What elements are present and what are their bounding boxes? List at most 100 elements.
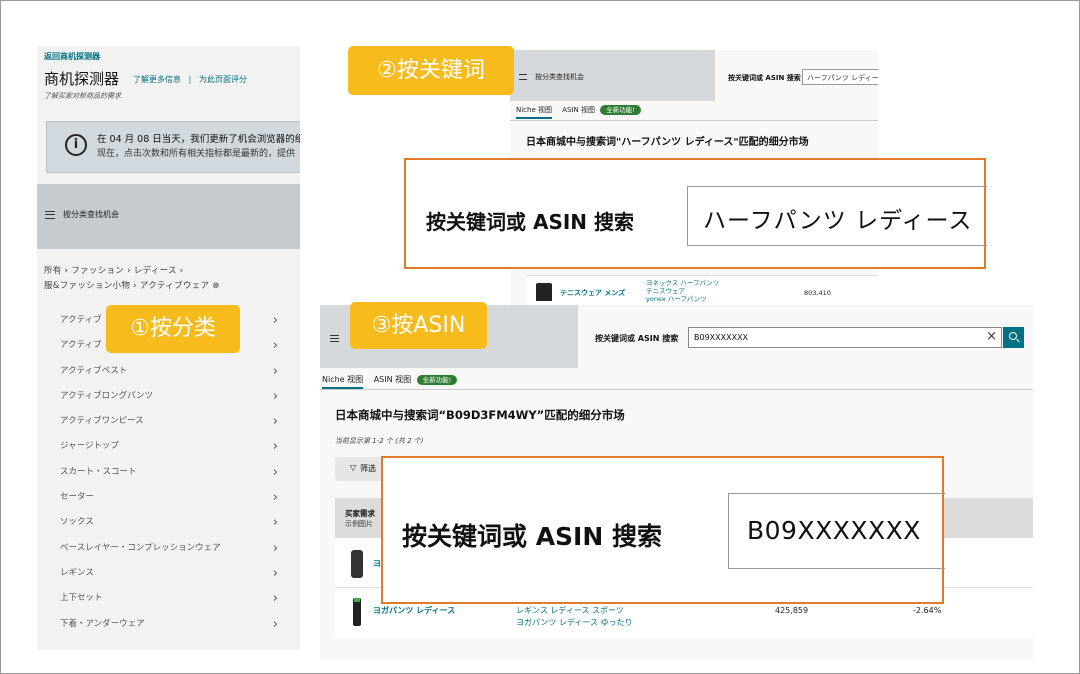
niche-name-link[interactable]: ヨガパンツ レディース <box>373 605 455 616</box>
column-header-image: 示例图片 <box>345 520 373 528</box>
chevron-right-icon: › <box>272 388 278 404</box>
asin-search-callout: 按关键词或 ASIN 搜索 B09XXXXXXX <box>381 456 945 604</box>
learn-more-link[interactable]: 了解更多信息 <box>133 75 181 84</box>
divider <box>510 120 878 121</box>
search-input[interactable]: ハーフパンツ レディース <box>802 69 878 85</box>
chevron-right-icon: › <box>272 616 278 632</box>
top-search-terms: ヨネックス ハーフパンツ テニスウェア yonex ハーフパンツ <box>646 279 719 303</box>
search-term[interactable]: レギンス レディース スポーツ <box>516 605 633 617</box>
chevron-right-icon: › <box>272 490 278 506</box>
search-term[interactable]: ヨガパンツ レディース ゆったり <box>516 617 633 629</box>
search-term[interactable]: ヨネックス ハーフパンツ <box>646 279 719 287</box>
notice-line-2: 现在，点击次数和所有相关指标都是最新的，提供 <box>97 149 296 159</box>
chevron-right-icon: › <box>272 540 278 556</box>
notice-line-1: 在 04 月 08 日当天，我们更新了机会浏览器的细分 <box>97 134 300 145</box>
growth-percent: -2.64% <box>913 606 942 615</box>
search-button[interactable] <box>1003 327 1024 348</box>
result-count: 当前显示第 1-2 个 (共 2 个) <box>335 437 424 445</box>
niche-name-link[interactable]: テニスウェア メンズ <box>560 288 625 298</box>
clear-icon[interactable]: × <box>986 329 997 344</box>
column-header-demand[interactable]: 买家需求 <box>345 508 375 519</box>
category-item[interactable]: 上下セット › <box>37 586 300 611</box>
find-by-category-label: 按分类查找机会 <box>535 73 584 81</box>
breadcrumb-line-2[interactable]: 服&ファッション小物 › アクティブウェア ⊗ <box>44 279 220 294</box>
step-badge-by-category: ①按分类 <box>106 305 240 353</box>
chevron-right-icon: › <box>272 565 278 581</box>
search-term[interactable]: yonex ハーフパンツ <box>646 295 719 303</box>
category-label: スカート・スコート <box>60 466 137 477</box>
chevron-right-icon: › <box>272 363 278 379</box>
menu-icon <box>330 335 339 342</box>
table-row[interactable]: テニスウェア メンズ ヨネックス ハーフパンツ テニスウェア yonex ハーフ… <box>526 275 878 308</box>
rate-page-link[interactable]: 为此页面评分 <box>199 75 247 84</box>
callout-search-label: 按关键词或 ASIN 搜索 <box>426 210 634 234</box>
category-label: アクティブワンピース <box>60 416 144 427</box>
product-thumbnail <box>351 550 363 578</box>
back-link[interactable]: 返回商机探测器 <box>44 51 100 62</box>
new-feature-badge: 全新功能! <box>416 375 458 385</box>
niche-name-link[interactable]: ヨ <box>373 558 381 569</box>
search-input[interactable]: B09XXXXXXX × <box>688 327 1002 348</box>
search-label: 按关键词或 ASIN 搜索 <box>595 334 679 343</box>
find-by-category-label: 按分类查找机会 <box>63 210 119 219</box>
menu-icon <box>519 74 527 80</box>
breadcrumb[interactable]: 所有 › ファッション › レディース › 服&ファッション小物 › アクティブ… <box>44 264 220 294</box>
category-item[interactable]: アクティブワンピース › <box>37 409 300 434</box>
search-input-value: B09XXXXXXX <box>694 333 749 342</box>
category-item[interactable]: レギンス › <box>37 561 300 586</box>
category-item[interactable]: 下着・アンダーウェア › <box>37 612 300 637</box>
results-heading: 日本商城中与搜索词"ハーフパンツ レディース"匹配的细分市场 <box>526 137 809 148</box>
page-subtitle: 了解买家对新商品的需求 <box>44 92 121 100</box>
callout-search-label: 按关键词或 ASIN 搜索 <box>402 522 662 551</box>
divider <box>320 389 1033 390</box>
category-item[interactable]: アクティブロングパンツ › <box>37 384 300 409</box>
product-thumbnail <box>536 283 552 301</box>
tab-niche-view[interactable]: Niche 视图 <box>516 105 552 119</box>
chevron-right-icon: › <box>272 515 278 531</box>
category-label: ジャージトップ <box>60 441 119 452</box>
category-item[interactable]: アクティブベスト › <box>37 359 300 384</box>
callout-search-input[interactable]: B09XXXXXXX <box>728 493 945 569</box>
view-tabs: Niche 视图 ASIN 视图 全新功能! <box>516 105 641 119</box>
category-item[interactable]: セーター › <box>37 485 300 510</box>
filter-label: 筛选 <box>360 464 376 473</box>
find-by-category-bar[interactable]: 按分类查找机会 <box>37 184 300 249</box>
top-search-terms: レギンス レディース スポーツ ヨガパンツ レディース ゆったり <box>516 605 633 629</box>
view-tabs: Niche 视图 ASIN 视图 全新功能! <box>322 374 458 389</box>
category-item[interactable]: ソックス › <box>37 510 300 535</box>
category-label: アクティブベスト <box>60 365 128 376</box>
search-volume: 803,410 <box>804 289 831 297</box>
search-volume: 425,859 <box>775 606 809 615</box>
breadcrumb-line-1[interactable]: 所有 › ファッション › レディース › <box>44 264 220 279</box>
tab-niche-view[interactable]: Niche 视图 <box>322 374 364 389</box>
product-thumbnail <box>353 598 361 626</box>
category-list: アクティブ › アクティブ › アクティブベスト › アクティブロングパンツ › アクテ… <box>37 308 300 637</box>
category-item[interactable]: スカート・スコート › <box>37 460 300 485</box>
category-item[interactable]: ベースレイヤー・コンプレッションウェア › <box>37 536 300 561</box>
find-by-category-bar[interactable]: 按分类查找机会 <box>510 50 715 101</box>
chevron-right-icon: › <box>272 591 278 607</box>
category-label: ベースレイヤー・コンプレッションウェア <box>60 542 221 553</box>
header-links: 了解更多信息 | 为此页面评分 <box>133 74 247 85</box>
info-icon: i <box>65 134 87 156</box>
category-item[interactable]: ジャージトップ › <box>37 434 300 459</box>
update-notice: i 在 04 月 08 日当天，我们更新了机会浏览器的细分 现在，点击次数和所有… <box>46 121 300 173</box>
page-title: 商机探测器 <box>44 70 120 88</box>
new-feature-badge: 全新功能! <box>600 105 641 115</box>
keyword-search-callout: 按关键词或 ASIN 搜索 ハーフパンツ レディース <box>404 158 987 269</box>
category-label: セーター <box>60 492 95 503</box>
search-term[interactable]: テニスウェア <box>646 287 719 295</box>
step-badge-by-keyword: ②按关键词 <box>348 46 514 95</box>
search-icon <box>1009 332 1017 340</box>
chevron-right-icon: › <box>272 414 278 430</box>
chevron-right-icon: › <box>272 313 278 328</box>
category-label: 上下セット <box>60 593 103 604</box>
category-label: アクティブロングパンツ <box>60 390 153 401</box>
category-label: 下着・アンダーウェア <box>60 618 145 629</box>
search-label: 按关键词或 ASIN 搜索 <box>728 74 801 82</box>
link-separator: | <box>188 75 192 84</box>
tab-asin-view[interactable]: ASIN 视图 <box>562 105 595 115</box>
chevron-right-icon: › <box>272 464 278 480</box>
callout-search-input[interactable]: ハーフパンツ レディース <box>687 186 987 246</box>
tab-asin-view[interactable]: ASIN 视图 <box>374 374 411 385</box>
